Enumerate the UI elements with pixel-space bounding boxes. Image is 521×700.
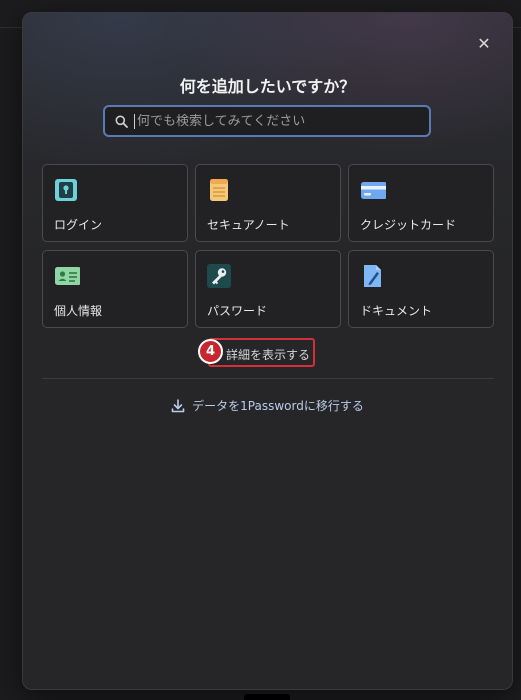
search-input[interactable] xyxy=(134,113,417,129)
migrate-data-label: データを1Passwordに移行する xyxy=(192,399,364,413)
item-password[interactable]: パスワード xyxy=(195,250,341,328)
search-icon xyxy=(115,115,128,128)
item-identity[interactable]: 個人情報 xyxy=(42,250,188,328)
bottom-edge-tab xyxy=(244,694,290,700)
password-key-icon xyxy=(207,264,231,288)
download-icon xyxy=(171,398,185,412)
item-login[interactable]: ログイン xyxy=(42,164,188,242)
item-credit-card-label: クレジットカード xyxy=(360,218,457,232)
item-document[interactable]: ドキュメント xyxy=(348,250,494,328)
section-divider xyxy=(42,378,494,379)
item-identity-label: 個人情報 xyxy=(54,304,103,318)
item-secure-note-label: セキュアノート xyxy=(207,218,290,232)
backdrop-divider-left xyxy=(0,27,22,28)
item-type-grid: ログイン セキュアノート クレジットカード 個人情報 パスワード ドキュメント xyxy=(42,164,494,328)
identity-card-icon xyxy=(55,267,80,285)
login-keyhole-icon xyxy=(55,179,77,201)
item-document-label: ドキュメント xyxy=(360,304,433,318)
search-box[interactable] xyxy=(103,105,431,137)
close-button[interactable]: ✕ xyxy=(476,33,492,53)
close-icon: ✕ xyxy=(477,33,491,53)
credit-card-icon xyxy=(361,182,386,199)
show-more-label: 詳細を表示する xyxy=(226,348,311,362)
document-icon xyxy=(364,265,381,287)
add-item-dialog: ✕ 何を追加したいですか？ ログイン xyxy=(22,12,513,690)
item-login-label: ログイン xyxy=(54,218,103,232)
show-more-button[interactable]: 詳細を表示する 4 xyxy=(198,338,315,367)
dialog-title: 何を追加したいですか？ xyxy=(179,77,356,96)
item-password-label: パスワード xyxy=(207,304,268,318)
item-credit-card[interactable]: クレジットカード xyxy=(348,164,494,242)
migrate-data-link[interactable]: データを1Passwordに移行する xyxy=(23,397,512,414)
item-secure-note[interactable]: セキュアノート xyxy=(195,164,341,242)
secure-note-icon xyxy=(210,179,228,201)
step-number-badge: 4 xyxy=(198,339,223,364)
